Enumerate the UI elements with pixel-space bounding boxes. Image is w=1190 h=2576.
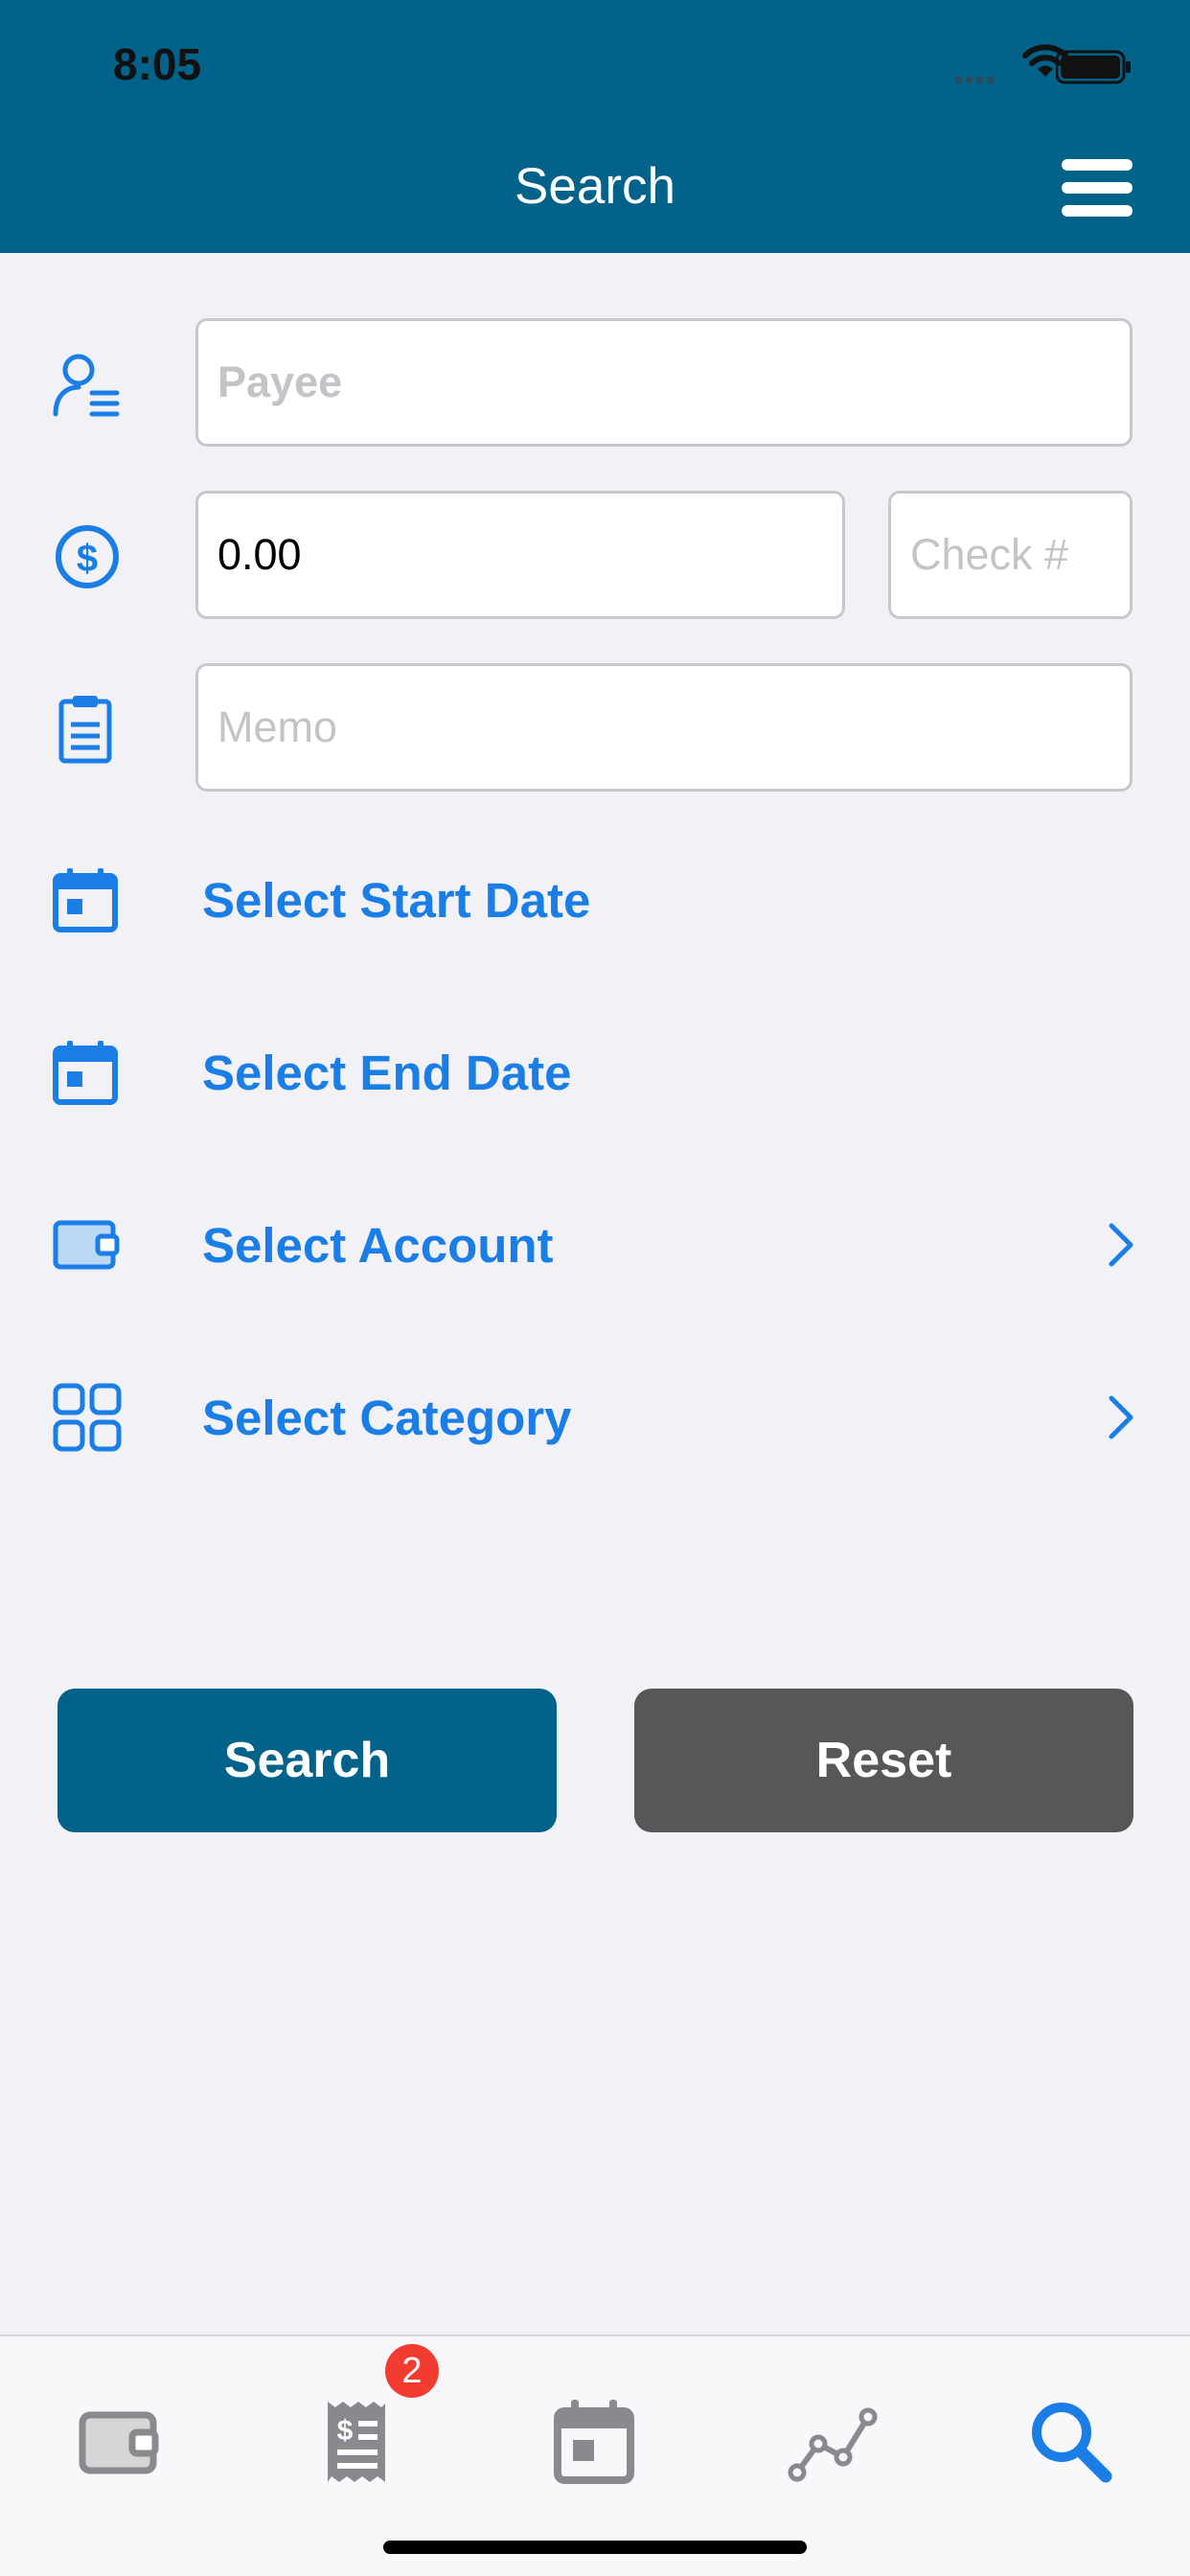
signal-icon [955, 71, 997, 88]
calendar-icon[interactable] [546, 2394, 642, 2490]
page-title: Search [515, 158, 675, 215]
svg-text:$: $ [77, 538, 98, 580]
grid-icon [53, 1383, 122, 1452]
search-button[interactable]: Search [57, 1689, 557, 1832]
notification-badge: 2 [385, 2344, 439, 2398]
menu-icon[interactable] [1062, 159, 1133, 217]
amount-value: 0.00 [217, 530, 302, 579]
memo-input[interactable]: Memo [195, 663, 1133, 792]
payee-input[interactable]: Payee [195, 318, 1133, 447]
check-placeholder: Check # [910, 530, 1069, 579]
chart-line-icon[interactable] [784, 2394, 880, 2490]
payee-placeholder: Payee [217, 357, 343, 406]
clipboard-icon [58, 696, 112, 764]
svg-text:$: $ [337, 2415, 354, 2447]
calendar-icon [53, 1041, 118, 1105]
navigation-bar: 8:05 Search [0, 0, 1190, 253]
status-time: 8:05 [113, 39, 202, 89]
calendar-icon [53, 868, 118, 932]
select-category[interactable]: Select Category [202, 1390, 572, 1446]
select-start-date[interactable]: Select Start Date [202, 872, 590, 929]
wallet-icon[interactable] [71, 2394, 167, 2490]
wallet-icon [53, 1220, 120, 1270]
person-list-icon [53, 354, 120, 417]
memo-placeholder: Memo [217, 702, 338, 751]
receipt-icon[interactable]: $ [309, 2394, 404, 2490]
chevron-right-icon[interactable] [1104, 1392, 1138, 1442]
battery-icon [1056, 50, 1131, 84]
reset-button[interactable]: Reset [634, 1689, 1133, 1832]
amount-input[interactable]: 0.00 [195, 491, 845, 619]
search-icon[interactable] [1023, 2394, 1119, 2490]
chevron-right-icon[interactable] [1104, 1220, 1138, 1270]
dollar-circle-icon: $ [56, 525, 119, 588]
check-number-input[interactable]: Check # [888, 491, 1133, 619]
home-indicator [383, 2541, 807, 2554]
select-end-date[interactable]: Select End Date [202, 1045, 571, 1101]
select-account[interactable]: Select Account [202, 1217, 554, 1274]
